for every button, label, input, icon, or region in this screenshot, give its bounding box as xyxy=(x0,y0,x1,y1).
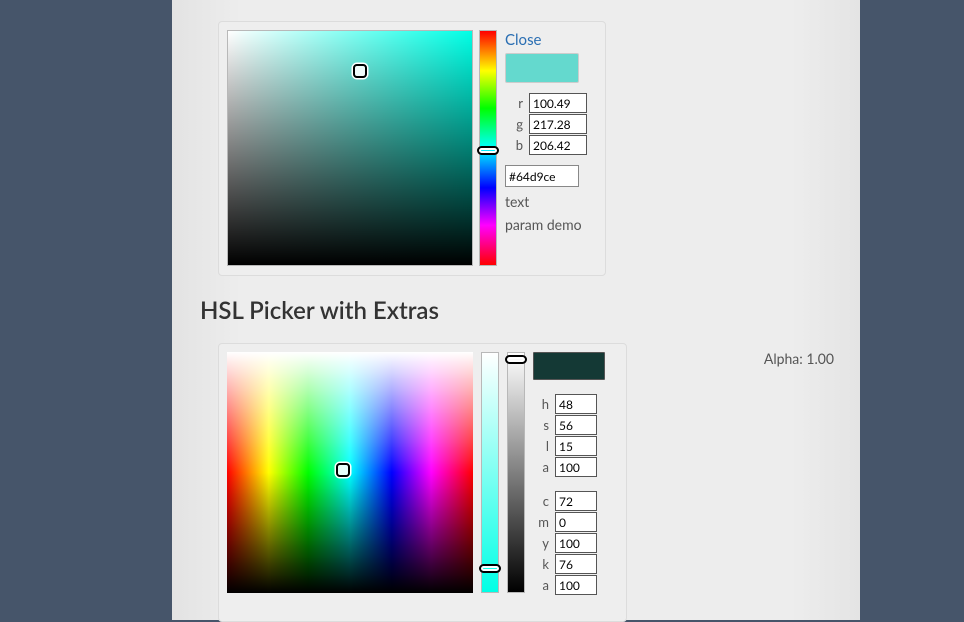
app-content: Close r g b text param demo HSL Picker w… xyxy=(172,0,860,620)
m-input[interactable] xyxy=(555,512,597,532)
alpha-slider[interactable] xyxy=(507,352,525,593)
a-input[interactable] xyxy=(555,457,597,477)
k-label: k xyxy=(533,556,549,572)
c-input[interactable] xyxy=(555,491,597,511)
hsl-side-panel: h s l a c m y k a xyxy=(533,352,618,596)
hsl-section-title: HSL Picker with Extras xyxy=(200,296,439,325)
b-input[interactable] xyxy=(529,135,587,155)
hsl-swatch xyxy=(533,352,605,380)
rgb-side-panel: Close r g b text param demo xyxy=(505,30,597,233)
hue-saturation-field[interactable] xyxy=(227,352,473,593)
b-label: b xyxy=(505,137,523,153)
lightness-slider-thumb[interactable] xyxy=(479,564,501,573)
y-label: y xyxy=(533,535,549,551)
a2-input[interactable] xyxy=(555,575,597,595)
l-label: l xyxy=(533,438,549,454)
g-input[interactable] xyxy=(529,114,587,134)
h-label: h xyxy=(533,396,549,412)
lightness-slider[interactable] xyxy=(481,352,499,593)
hue-slider-thumb[interactable] xyxy=(477,146,499,155)
alpha-readout: Alpha: 1.00 xyxy=(764,350,834,367)
hsl-color-picker: h s l a c m y k a xyxy=(218,343,627,622)
a2-label: a xyxy=(533,577,549,593)
text-label: text xyxy=(505,193,597,210)
hex-input[interactable] xyxy=(505,165,579,187)
close-button[interactable]: Close xyxy=(505,31,541,49)
param-demo-label: param demo xyxy=(505,216,597,233)
l-input[interactable] xyxy=(555,436,597,456)
s-label: s xyxy=(533,417,549,433)
r-label: r xyxy=(505,95,523,111)
h-input[interactable] xyxy=(555,394,597,414)
s-input[interactable] xyxy=(555,415,597,435)
c-label: c xyxy=(533,493,549,509)
a-label: a xyxy=(533,459,549,475)
y-input[interactable] xyxy=(555,533,597,553)
m-label: m xyxy=(533,514,549,530)
rgb-color-picker: Close r g b text param demo xyxy=(218,21,606,276)
k-input[interactable] xyxy=(555,554,597,574)
r-input[interactable] xyxy=(529,93,587,113)
g-label: g xyxy=(505,116,523,132)
rgb-swatch xyxy=(505,53,579,83)
hue-slider[interactable] xyxy=(479,30,497,266)
alpha-slider-thumb[interactable] xyxy=(505,355,527,364)
sv-thumb[interactable] xyxy=(353,64,367,78)
saturation-value-field[interactable] xyxy=(227,30,473,266)
hs-thumb[interactable] xyxy=(336,463,350,477)
